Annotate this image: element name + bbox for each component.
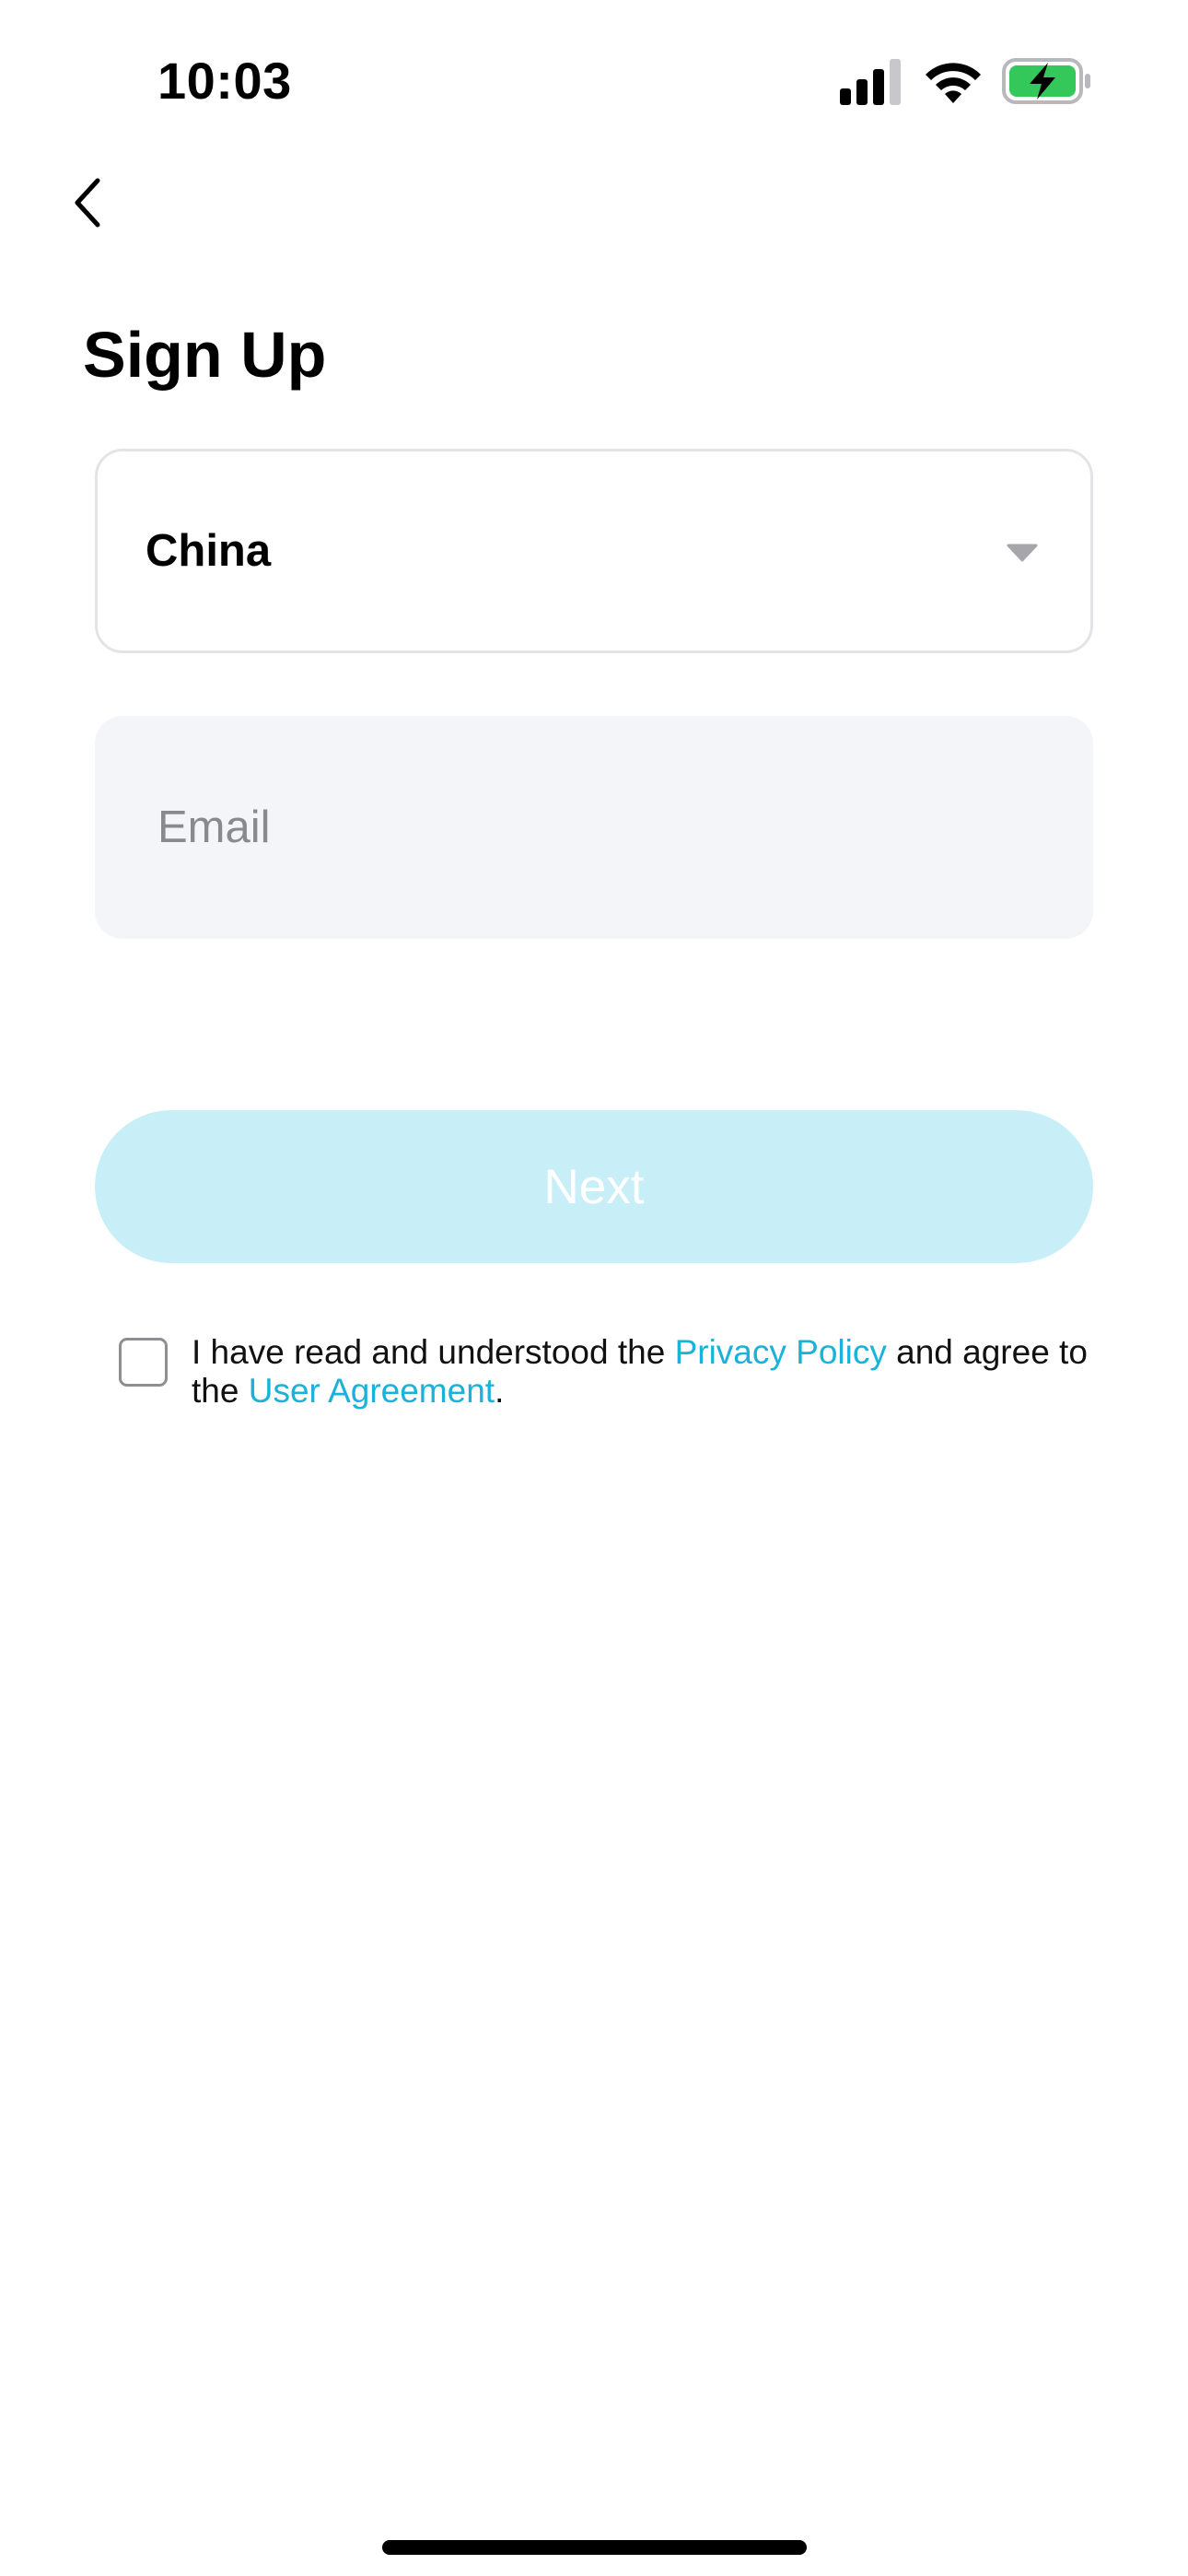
email-field[interactable] [95, 716, 1093, 939]
next-button[interactable]: Next [95, 1110, 1093, 1263]
battery-charging-icon [1002, 58, 1090, 104]
privacy-policy-link[interactable]: Privacy Policy [675, 1333, 887, 1371]
status-time: 10:03 [157, 52, 292, 110]
page-title: Sign Up [83, 319, 327, 391]
wifi-icon [926, 63, 981, 103]
sign-up-screen: 10:03 Sign Up China Email Next I have re… [0, 0, 1188, 2576]
caret-down-icon [1007, 544, 1038, 562]
agreement-text: I have read and understood the Privacy P… [192, 1333, 1094, 1411]
country-select[interactable]: China [95, 449, 1093, 653]
home-indicator [382, 2540, 807, 2555]
chevron-left-icon [75, 178, 100, 228]
signal-icon [840, 59, 901, 105]
country-value: China [146, 526, 272, 576]
agreement-text-before: I have read and understood the [192, 1333, 675, 1371]
user-agreement-link[interactable]: User Agreement [249, 1372, 495, 1410]
agreement-text-after: . [495, 1372, 505, 1410]
agreement-checkbox[interactable] [119, 1338, 168, 1387]
back-button[interactable] [52, 166, 125, 240]
